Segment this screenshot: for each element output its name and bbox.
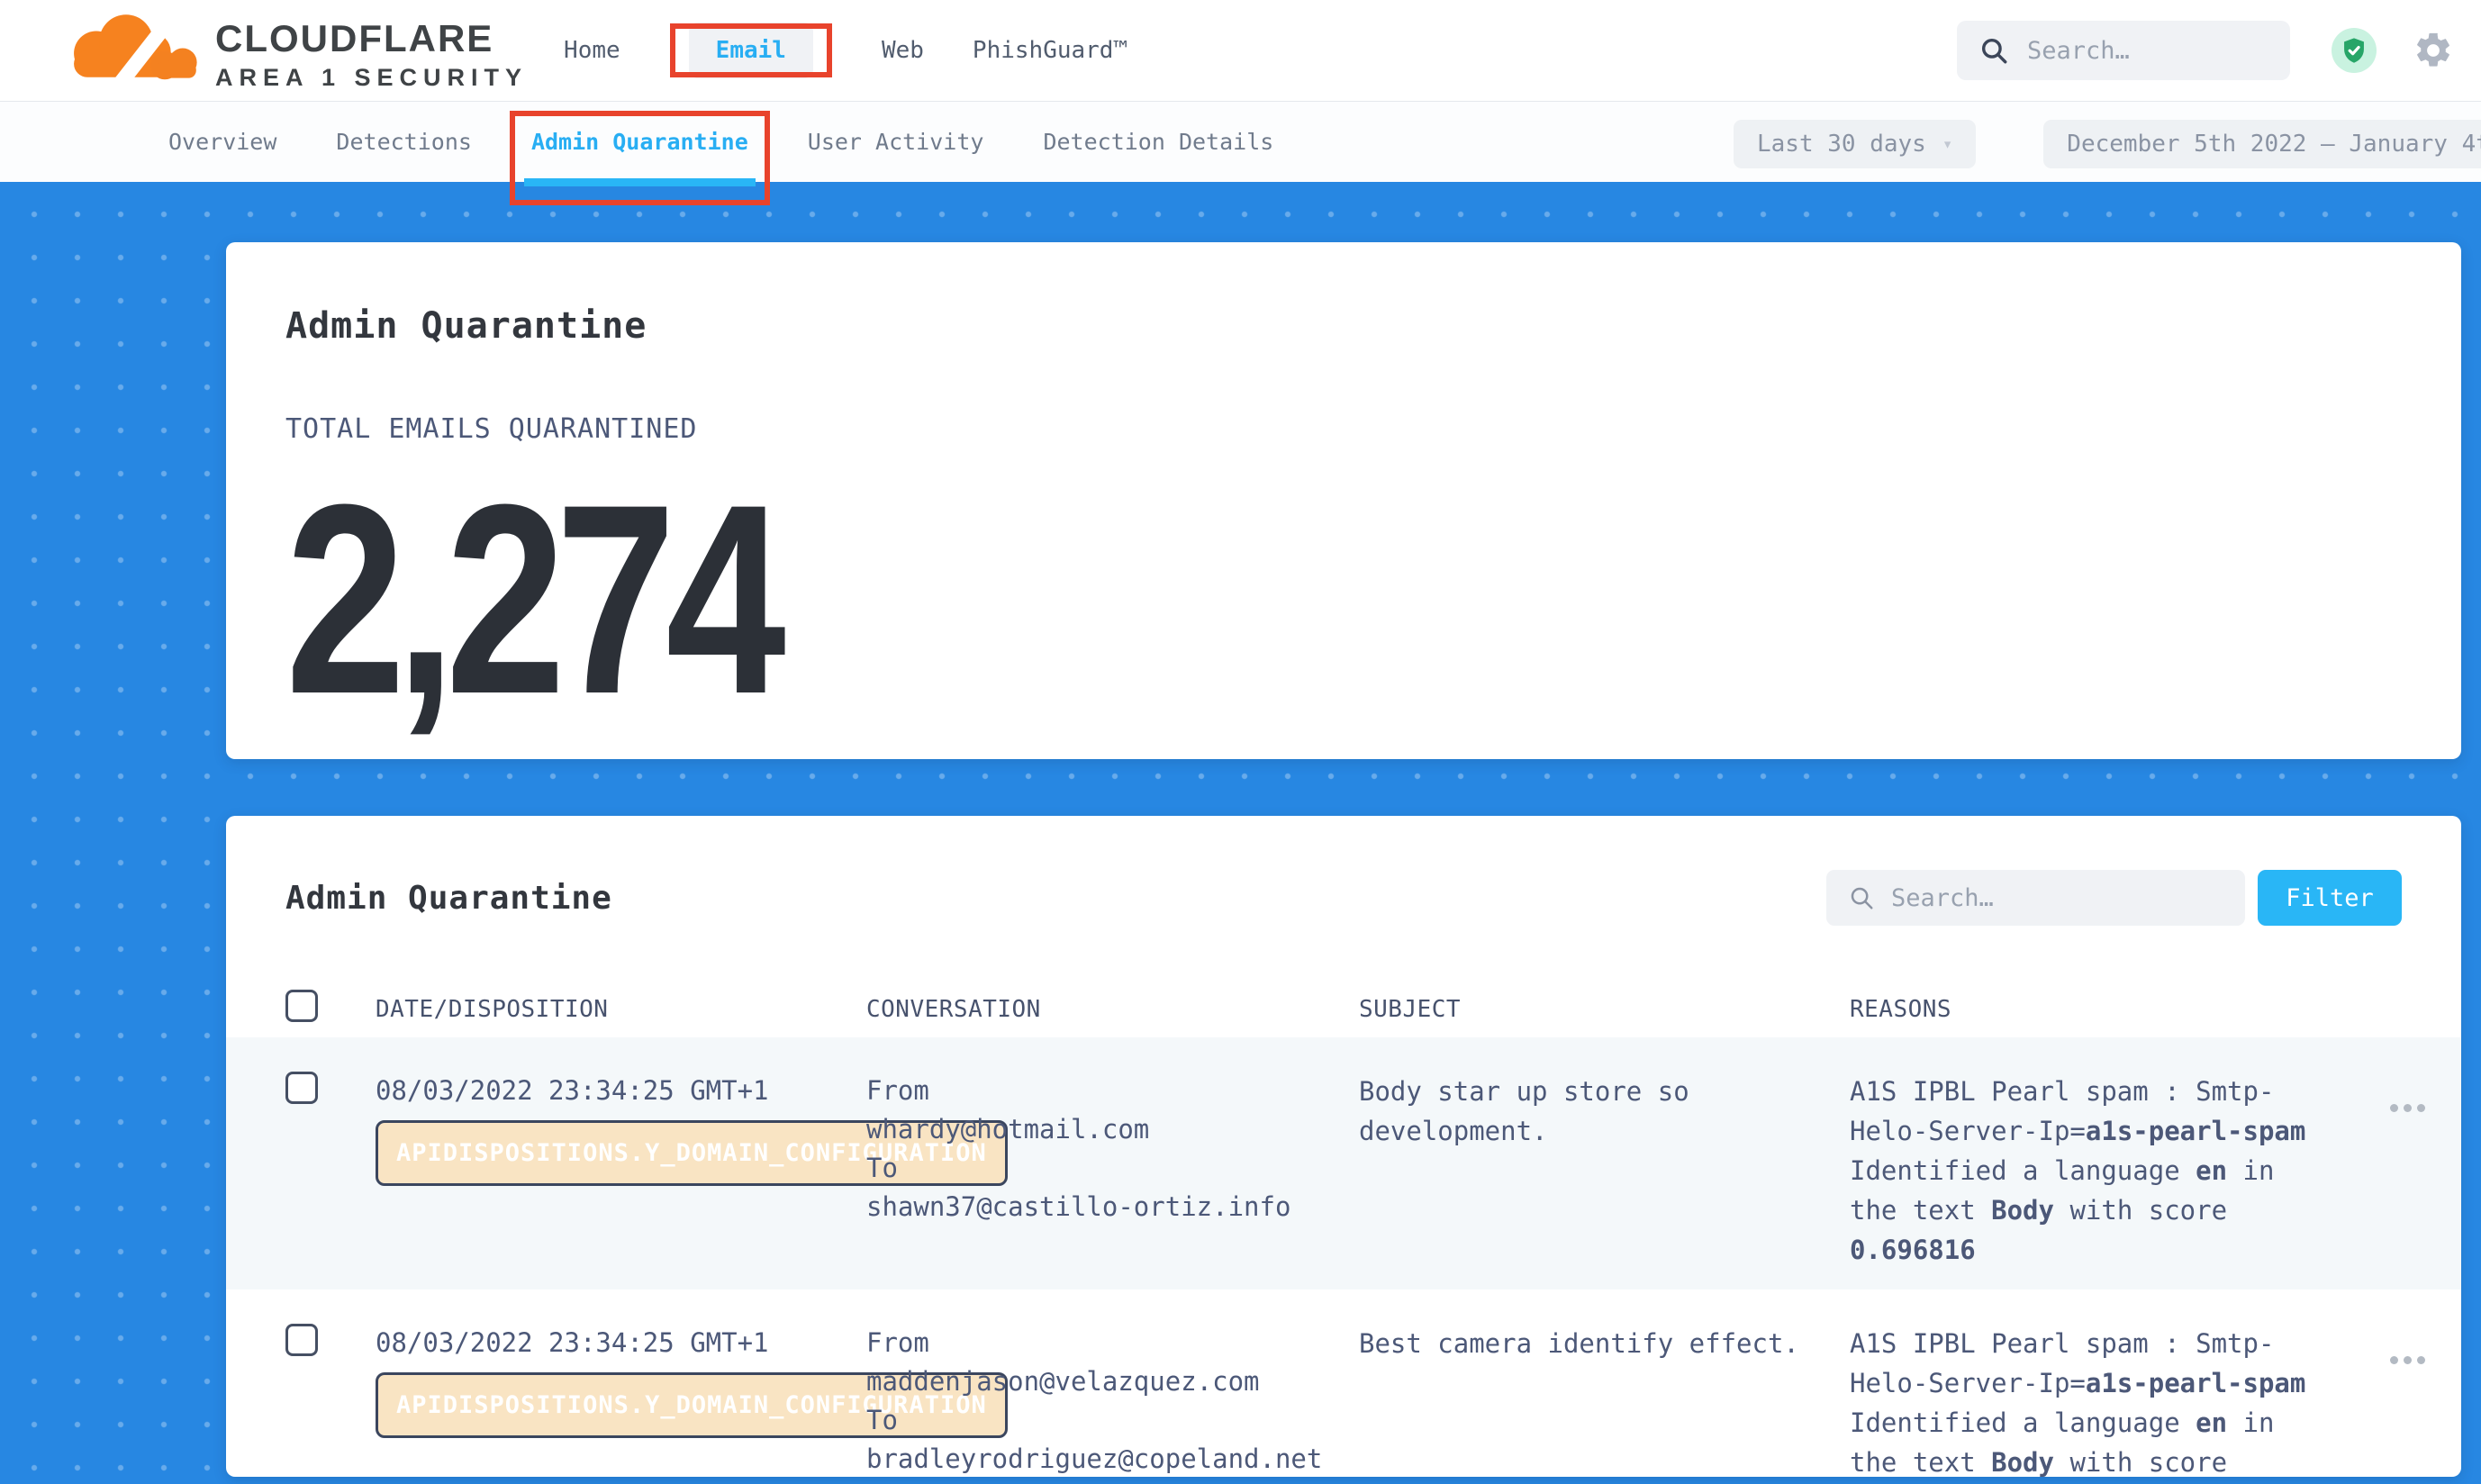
shield-check-icon <box>2340 36 2368 65</box>
top-nav-web[interactable]: Web <box>882 37 924 64</box>
to-label: To <box>866 1401 1359 1440</box>
tab-detections[interactable]: Detections <box>336 102 472 182</box>
from-label: From <box>866 1324 1359 1362</box>
page-background: Admin Quarantine TOTAL EMAILS QUARANTINE… <box>0 182 2481 1484</box>
tab-detection-details[interactable]: Detection Details <box>1043 102 1273 182</box>
reasons-cell: A1S IPBL Pearl spam : Smtp-Helo-Server-I… <box>1850 1324 2354 1477</box>
active-tab-indicator <box>524 178 756 186</box>
brand-subtitle: AREA 1 SECURITY <box>215 66 528 90</box>
row-date: 08/03/2022 23:34:25 GMT+1 <box>376 1072 866 1110</box>
summary-card-title: Admin Quarantine <box>285 305 2402 347</box>
from-address: maddenjason@velazquez.com <box>866 1362 1359 1401</box>
top-nav-home[interactable]: Home <box>564 37 620 64</box>
conversation-cell: From maddenjason@velazquez.com To bradle… <box>866 1324 1359 1477</box>
gear-icon <box>2413 30 2454 71</box>
row-date: 08/03/2022 23:34:25 GMT+1 <box>376 1324 866 1362</box>
cloudflare-cloud-icon <box>50 7 203 94</box>
date-range-display[interactable]: December 5th 2022 — January 4th 2023 <box>2043 120 2481 168</box>
settings-button[interactable] <box>2413 30 2454 71</box>
search-icon <box>1848 884 1875 911</box>
to-address: bradleyrodriguez@copeland.net <box>866 1440 1359 1477</box>
reasons-cell: A1S IPBL Pearl spam : Smtp-Helo-Server-I… <box>1850 1072 2354 1270</box>
quarantine-summary-card: Admin Quarantine TOTAL EMAILS QUARANTINE… <box>226 242 2461 759</box>
security-status-badge[interactable] <box>2332 28 2377 73</box>
row-actions-menu[interactable] <box>2354 1347 2461 1373</box>
global-search-input[interactable]: Search… <box>1957 21 2290 80</box>
conversation-cell: From whardy@hotmail.com To shawn37@casti… <box>866 1072 1359 1226</box>
time-range-dropdown[interactable]: Last 30 days ▾ <box>1734 120 1976 168</box>
cloudflare-logo[interactable]: CLOUDFLARE AREA 1 SECURITY <box>50 7 528 94</box>
tab-user-activity[interactable]: User Activity <box>808 102 984 182</box>
top-nav-email[interactable]: Email <box>689 23 813 78</box>
app-header: CLOUDFLARE AREA 1 SECURITY Home Email We… <box>0 0 2481 102</box>
search-icon <box>1978 35 2009 66</box>
subject-cell: Body star up store so development. <box>1359 1072 1850 1151</box>
table-search-input[interactable]: Search… <box>1826 870 2245 926</box>
top-nav: Home Email Web PhishGuard™ <box>564 37 1127 64</box>
table-card-title: Admin Quarantine <box>285 880 1826 917</box>
caret-down-icon: ▾ <box>1942 134 1952 154</box>
metric-value: 2,274 <box>285 493 776 704</box>
metric-label: TOTAL EMAILS QUARANTINED <box>285 413 2402 445</box>
row-checkbox[interactable] <box>285 1324 318 1356</box>
table-header-row: DATE/DISPOSITION CONVERSATION SUBJECT RE… <box>226 971 2461 1037</box>
table-search-placeholder: Search… <box>1891 884 1994 912</box>
to-label: To <box>866 1149 1359 1188</box>
quarantine-table-card: Admin Quarantine Search… Filter DATE/DIS… <box>226 816 2461 1477</box>
select-all-checkbox[interactable] <box>285 990 318 1022</box>
global-search-placeholder: Search… <box>2027 37 2130 65</box>
from-label: From <box>866 1072 1359 1110</box>
to-address: shawn37@castillo-ortiz.info <box>866 1188 1359 1226</box>
from-address: whardy@hotmail.com <box>866 1110 1359 1149</box>
col-reasons: REASONS <box>1850 996 2354 1023</box>
col-subject: SUBJECT <box>1359 996 1850 1023</box>
tab-overview[interactable]: Overview <box>168 102 276 182</box>
row-checkbox[interactable] <box>285 1072 318 1104</box>
subject-cell: Best camera identify effect. <box>1359 1324 1850 1363</box>
col-date-disposition: DATE/DISPOSITION <box>376 996 866 1023</box>
col-conversation: CONVERSATION <box>866 996 1359 1023</box>
table-row[interactable]: 08/03/2022 23:34:25 GMT+1 APIDISPOSITION… <box>226 1289 2461 1477</box>
row-actions-menu[interactable] <box>2354 1095 2461 1121</box>
brand-word: CLOUDFLARE <box>215 20 493 58</box>
table-row[interactable]: 08/03/2022 23:34:25 GMT+1 APIDISPOSITION… <box>226 1037 2461 1289</box>
filter-button[interactable]: Filter <box>2258 870 2402 926</box>
top-nav-phishguard[interactable]: PhishGuard™ <box>973 37 1127 64</box>
tab-admin-quarantine[interactable]: Admin Quarantine <box>531 102 748 182</box>
